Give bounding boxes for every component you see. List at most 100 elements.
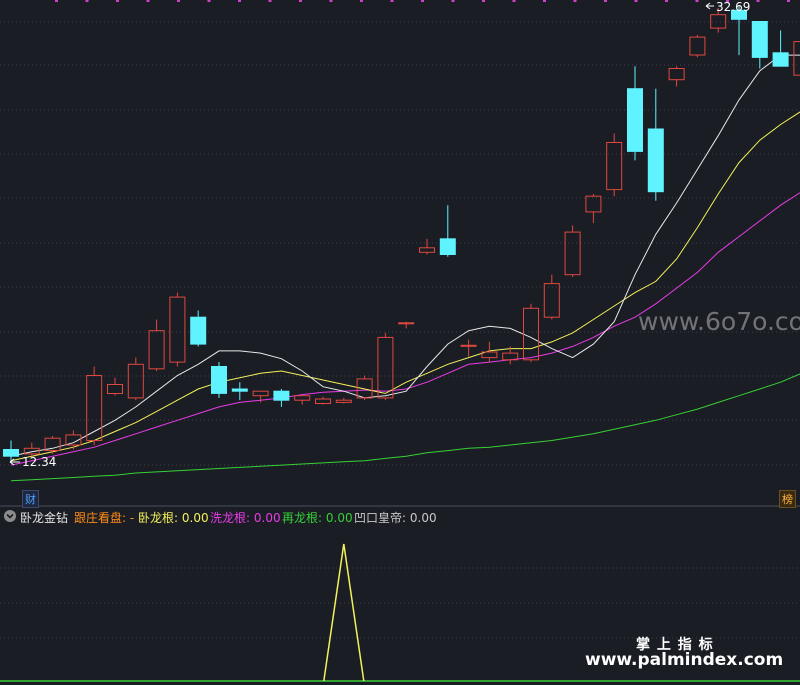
candle-body [564, 231, 581, 276]
field-zailonggen: 再龙根: 0.00 [282, 509, 353, 526]
moving-average-lines [10, 54, 800, 482]
candle [398, 321, 415, 329]
candle-body [439, 238, 456, 256]
candle [169, 292, 186, 367]
top-dot [634, 0, 638, 2]
top-dot [360, 0, 363, 2]
candle [3, 440, 19, 462]
candle-body [377, 336, 394, 399]
candle [751, 21, 768, 69]
candle [44, 436, 61, 454]
candlesticks [3, 6, 800, 462]
candle [127, 357, 144, 401]
candle-body [668, 68, 685, 81]
top-dot [756, 0, 760, 2]
top-dot [451, 0, 455, 2]
field-wolonggen-value: 0.00 [181, 511, 209, 525]
indicator-name[interactable]: 卧龙金钻 [20, 509, 68, 526]
ma-white-line [10, 54, 800, 457]
top-dot [329, 0, 333, 2]
candle [86, 366, 103, 445]
high-price-label: 32.69 [716, 0, 750, 14]
candle-body [148, 330, 165, 370]
candle-body [211, 366, 227, 394]
top-dot [573, 0, 577, 2]
top-dot [787, 0, 790, 2]
candle [460, 339, 477, 357]
candle-body [647, 128, 664, 193]
candle-body [294, 395, 311, 401]
candle-body [710, 14, 727, 29]
candle-body [751, 21, 768, 58]
candle [523, 303, 539, 363]
candle [481, 341, 498, 363]
top-dot [543, 0, 546, 2]
candle-body [772, 52, 789, 67]
candle-body [169, 296, 186, 363]
candle-body [86, 375, 103, 441]
candle [107, 377, 123, 396]
candle [689, 34, 706, 58]
top-dot [299, 0, 302, 2]
top-dot [665, 0, 668, 2]
field-wolonggen-label: 卧龙根: [138, 511, 179, 525]
finance-tag-label: 财 [25, 493, 36, 506]
field-wolonggen: 卧龙根: 0.00 [138, 509, 209, 526]
top-dot [207, 0, 211, 2]
field-aokou: 凹口皇帝: 0.00 [354, 509, 437, 526]
candle [793, 41, 800, 76]
candle [772, 30, 789, 67]
candle-body [252, 390, 269, 397]
top-dot [238, 0, 241, 2]
top-dot [482, 0, 485, 2]
candle-body [127, 363, 144, 399]
top-dot [268, 0, 272, 2]
rank-tag-label: 榜 [782, 493, 793, 506]
field-genzhuang-value: - [129, 511, 135, 525]
candle-body [627, 88, 643, 152]
top-dot [146, 0, 150, 2]
candle-body [398, 322, 415, 325]
watermark-text: www.6o7o.com [638, 307, 800, 336]
candle [419, 238, 435, 255]
candle [231, 382, 248, 401]
candle [647, 88, 664, 201]
candle [315, 396, 331, 405]
candle-body [3, 449, 19, 457]
collapse-icon[interactable] [4, 510, 16, 522]
top-dot [116, 0, 119, 2]
low-price-marker: 12.34 [9, 455, 56, 469]
candle-body [107, 384, 123, 394]
candle [668, 66, 685, 87]
kline-chart[interactable]: 32.69 12.34 www.6o7o.com [0, 0, 800, 685]
rank-tag[interactable]: 榜 [779, 490, 796, 508]
top-dots [55, 0, 790, 2]
candle-body [606, 142, 623, 191]
field-genzhuang-label: 跟庄看盘: [74, 511, 127, 525]
candle-body [335, 399, 352, 403]
candle-body [190, 316, 207, 345]
field-xilonggen-label: 洗龙根: [210, 511, 251, 525]
field-xilonggen: 洗龙根: 0.00 [210, 509, 281, 526]
top-dot [55, 0, 58, 2]
candle-body [419, 247, 435, 253]
candle-body [793, 41, 800, 76]
indicator-spike [323, 543, 365, 682]
top-dot [421, 0, 424, 2]
top-dot [604, 0, 607, 2]
finance-tag[interactable]: 财 [22, 490, 39, 508]
top-dot [390, 0, 394, 2]
indicator-header: 卧龙金钻 跟庄看盘: - 卧龙根: 0.00 洗龙根: 0.00 再龙根: 0.… [0, 507, 800, 527]
candle-body [231, 388, 248, 392]
candle-body [523, 307, 539, 361]
brand-url: www.palmindex.com [585, 650, 784, 670]
candle-body [543, 283, 560, 318]
candle [190, 310, 207, 347]
candle-body [273, 390, 290, 401]
candle [273, 388, 290, 407]
candle [439, 205, 456, 257]
low-price-label: 12.34 [22, 455, 56, 469]
field-aokou-label: 凹口皇帝: [354, 511, 407, 525]
ma-yellow-line [10, 111, 800, 462]
ma-green-line [10, 373, 800, 482]
